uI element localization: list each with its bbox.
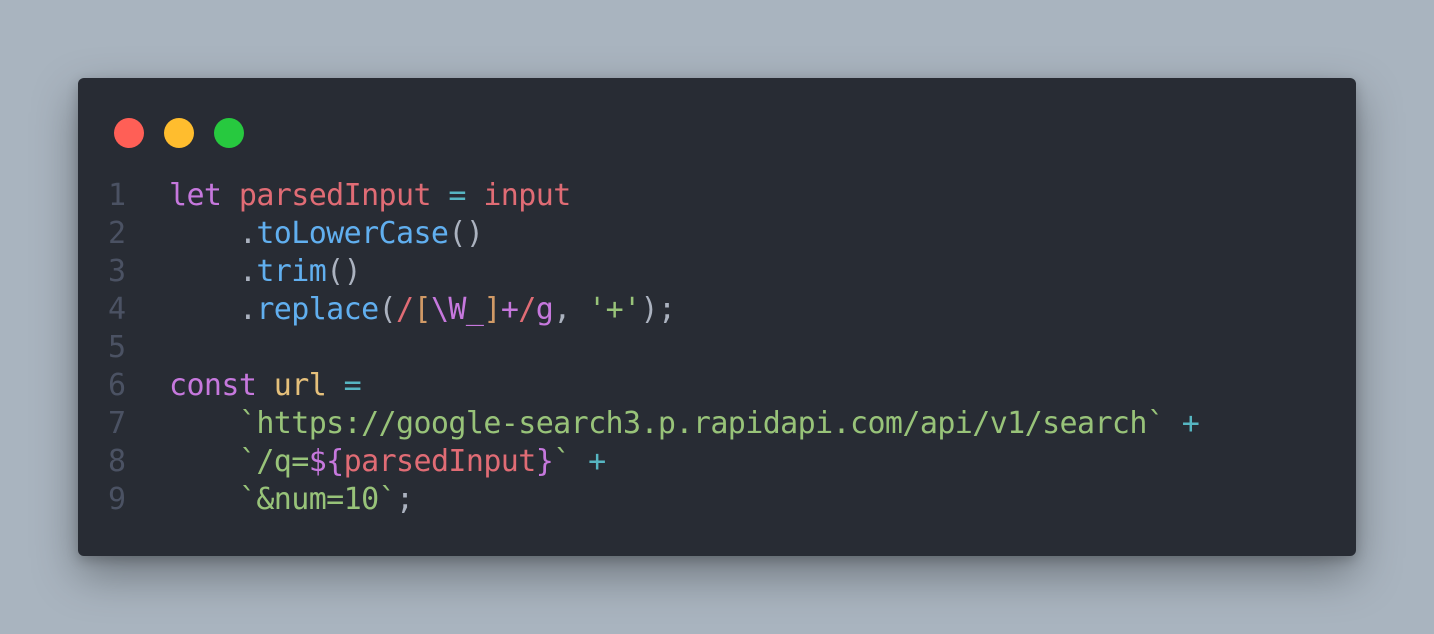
code-token: let [169, 178, 222, 213]
code-token: () [326, 254, 362, 289]
line-number: 3 [108, 254, 127, 289]
line-number: 8 [108, 444, 127, 479]
code-token: } [535, 444, 554, 479]
line-content: .toLowerCase() [138, 215, 484, 253]
code-token: + [1181, 406, 1200, 441]
code-token: ); [640, 292, 677, 327]
code-token: trim [256, 254, 327, 289]
code-token: ; [396, 482, 414, 517]
code-token: + [500, 292, 519, 327]
code-token: , [553, 292, 589, 327]
line-content [138, 329, 169, 367]
zoom-window-dot-icon[interactable] [214, 118, 244, 148]
code-token: ( [378, 292, 397, 327]
code-token: = [448, 178, 466, 213]
line-number: 1 [108, 178, 127, 213]
code-window: 1 let parsedInput = input 2 .toLowerCase()… [78, 78, 1356, 556]
close-window-dot-icon[interactable] [114, 118, 144, 148]
line-content: `/q=${parsedInput}` + [138, 443, 606, 481]
line-number: 5 [108, 330, 127, 365]
code-block: 1 let parsedInput = input 2 .toLowerCase()… [108, 177, 1200, 519]
code-token: ` [553, 444, 571, 479]
line-content: const url = [138, 367, 362, 405]
code-token: const [169, 368, 257, 403]
code-token: . [169, 292, 257, 327]
line-number: 6 [108, 368, 127, 403]
code-line: 2 .toLowerCase() [108, 215, 1199, 253]
minimize-window-dot-icon[interactable] [164, 118, 194, 148]
code-line: 3 .trim() [108, 253, 1199, 291]
code-token: toLowerCase [256, 216, 449, 251]
code-line: 1 let parsedInput = input [108, 177, 1199, 215]
code-token: url [273, 368, 327, 403]
code-token: ${ [308, 444, 345, 479]
code-token: () [448, 216, 484, 251]
code-line: 6 const url = [108, 367, 1199, 405]
code-token: + [588, 444, 606, 479]
code-token: \W_ [430, 292, 484, 327]
code-line: 7 `https://google-search3.p.rapidapi.com… [108, 405, 1200, 443]
code-line: 8 `/q=${parsedInput}` + [108, 443, 1199, 481]
line-content: let parsedInput = input [138, 177, 571, 215]
code-token: g [535, 292, 554, 327]
line-content: `https://google-search3.p.rapidapi.com/a… [138, 405, 1200, 443]
code-token: parsedInput [343, 444, 537, 479]
line-number: 7 [108, 406, 127, 441]
code-token: `/q= [238, 444, 309, 479]
code-token: / [396, 292, 414, 327]
code-token: `https://google-search3.p.rapidapi.com/a… [238, 406, 1165, 441]
line-content: .replace(/[\W_]+/g, '+'); [138, 291, 677, 329]
code-token: replace [256, 292, 379, 327]
code-token: . [169, 254, 257, 289]
code-token: . [169, 216, 257, 251]
line-content: `&num=10`; [138, 481, 414, 519]
code-token: = [343, 368, 362, 403]
code-line: 5 [108, 329, 1199, 367]
code-token: input [483, 178, 571, 213]
code-line: 4 .replace(/[\W_]+/g, '+'); [108, 291, 1199, 329]
code-token: parsedInput [238, 178, 432, 213]
code-token: `&num=10` [238, 482, 397, 517]
line-number: 2 [108, 216, 127, 251]
line-number: 4 [108, 292, 127, 327]
code-token: '+' [588, 292, 641, 327]
line-content: .trim() [138, 253, 362, 291]
code-token: ] [483, 292, 501, 327]
code-token: / [518, 292, 536, 327]
code-token: [ [413, 292, 431, 327]
line-number: 9 [108, 482, 127, 517]
code-line: 9 `&num=10`; [108, 481, 1199, 519]
